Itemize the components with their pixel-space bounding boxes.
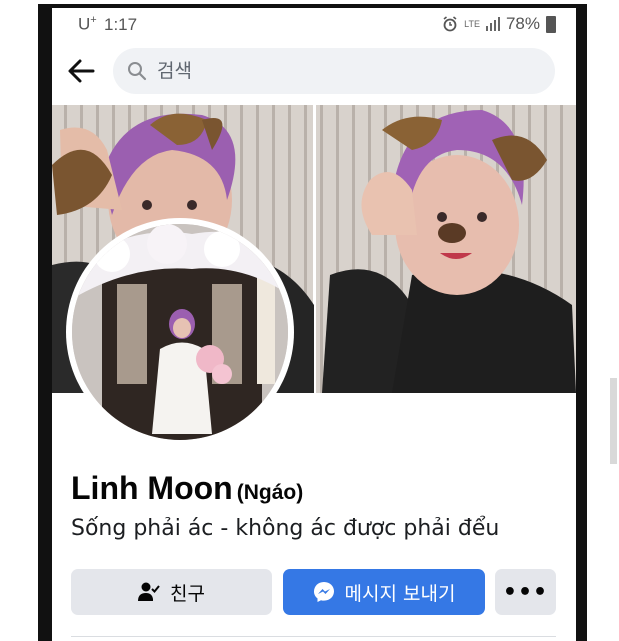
search-input[interactable]	[157, 60, 537, 82]
battery-icon	[546, 15, 556, 33]
avatar[interactable]	[66, 218, 294, 446]
friend-button[interactable]: 친구	[71, 569, 272, 615]
profile-name: Linh Moon (Ngáo)	[71, 470, 303, 507]
carrier-label: U+	[78, 14, 97, 34]
more-options-button[interactable]: •••	[495, 569, 556, 615]
signal-icon	[485, 17, 500, 31]
search-icon	[128, 62, 147, 81]
messenger-icon	[313, 582, 334, 602]
friend-check-icon	[138, 582, 160, 601]
arrow-left-icon	[68, 59, 95, 83]
phone-screen: U+ 1:17 LTE 78% 검색 Linh Moon (Ngáo) Sống…	[52, 8, 576, 641]
alarm-icon	[443, 16, 457, 32]
scroll-indicator	[610, 378, 617, 464]
friend-button-label: 친구	[170, 582, 205, 605]
status-icons: LTE 78%	[442, 14, 556, 34]
avatar-image	[72, 224, 288, 440]
battery-percent: 78%	[505, 14, 540, 33]
status-bar: U+ 1:17 LTE 78%	[52, 8, 576, 40]
phone-bezel-right	[576, 6, 587, 641]
search-bar[interactable]	[113, 48, 555, 94]
message-button-label: 메시지 보내기	[344, 582, 456, 605]
lte-label: LTE	[464, 18, 480, 29]
screenshot-frame: U+ 1:17 LTE 78% 검색 Linh Moon (Ngáo) Sống…	[0, 0, 619, 641]
profile-display-name: Linh Moon	[71, 470, 233, 506]
section-divider	[71, 636, 556, 637]
profile-nickname: (Ngáo)	[236, 481, 304, 504]
phone-bezel-left	[38, 6, 52, 641]
clock: 1:17	[104, 15, 138, 34]
profile-bio: Sống phải ác - không ác được phải đểu	[71, 516, 500, 541]
more-icon: •••	[502, 579, 549, 605]
message-button[interactable]: 메시지 보내기	[283, 569, 485, 615]
back-button[interactable]	[66, 56, 96, 86]
